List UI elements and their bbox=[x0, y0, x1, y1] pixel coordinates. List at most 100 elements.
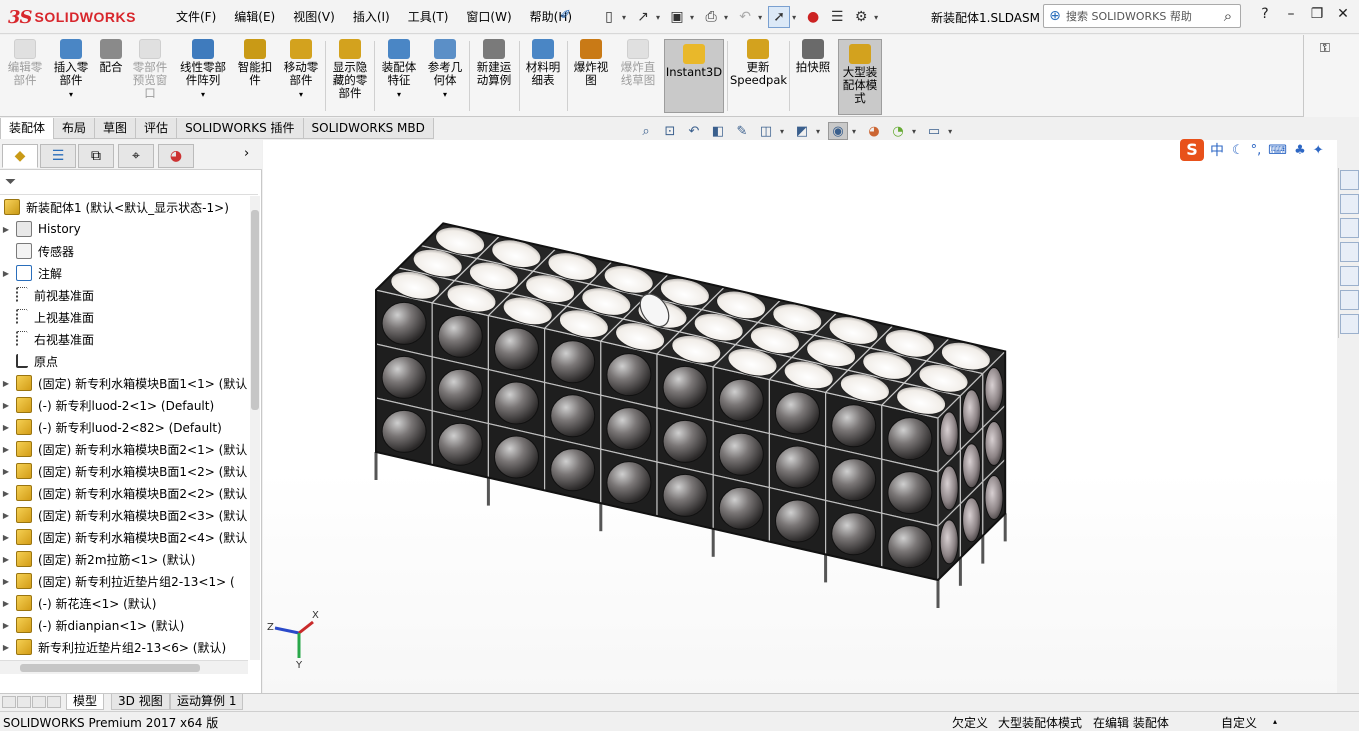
next-tab-nav-icon[interactable] bbox=[32, 696, 46, 708]
tab-mbd[interactable]: SOLIDWORKS MBD bbox=[302, 118, 434, 139]
expand-arrow-icon[interactable]: ▶ bbox=[0, 533, 12, 542]
show-hidden-button[interactable]: 显示隐 藏的零 部件 bbox=[328, 39, 372, 100]
bill-of-materials-button[interactable]: 材料明 细表 bbox=[522, 39, 564, 87]
command-dropdown-icon[interactable]: ▾ bbox=[280, 88, 322, 101]
dynamic-annotation-icon[interactable]: ✎ bbox=[732, 122, 752, 140]
tree-item[interactable]: ▶ (固定) 新专利水箱模块B面1<1> (默认 bbox=[0, 372, 248, 394]
configuration-manager-tab-icon[interactable]: ⧉ bbox=[78, 144, 114, 168]
forum-icon[interactable] bbox=[1340, 314, 1359, 334]
help-search-box[interactable]: ⊕ 搜索 SOLIDWORKS 帮助 ⌕ bbox=[1043, 4, 1241, 28]
instant3d-button[interactable]: Instant3D bbox=[664, 39, 724, 113]
tree-item[interactable]: 右视基准面 bbox=[0, 328, 248, 350]
command-dropdown-icon[interactable]: ▾ bbox=[176, 88, 230, 101]
tab-layout[interactable]: 布局 bbox=[53, 118, 96, 139]
tree-filter[interactable]: ⏷ bbox=[0, 171, 258, 195]
print-dropdown-icon[interactable]: ▾ bbox=[724, 13, 728, 22]
undo-icon[interactable]: ↶ bbox=[734, 6, 756, 28]
menu-tools[interactable]: 工具(T) bbox=[408, 8, 449, 25]
expand-arrow-icon[interactable]: ▶ bbox=[0, 555, 12, 564]
tree-scroll-thumb[interactable] bbox=[251, 210, 259, 410]
minimize-icon[interactable]: – bbox=[1278, 6, 1304, 22]
tree-item[interactable]: ▶ (固定) 新专利水箱模块B面2<3> (默认 bbox=[0, 504, 248, 526]
view-orientation-dropdown-icon[interactable]: ▾ bbox=[780, 127, 784, 136]
tab-motion-study[interactable]: 运动算例 1 bbox=[170, 694, 244, 710]
key-icon[interactable]: ⚿ bbox=[1320, 41, 1330, 56]
menu-window[interactable]: 窗口(W) bbox=[466, 8, 511, 25]
tab-assembly[interactable]: 装配体 bbox=[0, 118, 55, 139]
expand-arrow-icon[interactable]: ▶ bbox=[0, 511, 12, 520]
tree-item[interactable]: ▶ History bbox=[0, 218, 248, 240]
expand-arrow-icon[interactable]: ▶ bbox=[0, 621, 12, 630]
tree-item[interactable]: ▶ (固定) 新专利水箱模块B面2<1> (默认 bbox=[0, 438, 248, 460]
filter-funnel-icon[interactable]: ⏷ bbox=[5, 174, 16, 190]
pin-menu-icon[interactable]: ✐ bbox=[560, 8, 571, 23]
tree-item[interactable]: ▶ (-) 新dianpian<1> (默认) bbox=[0, 614, 248, 636]
tree-hscroll-thumb[interactable] bbox=[20, 664, 200, 672]
expand-arrow-icon[interactable]: ▶ bbox=[0, 467, 12, 476]
appearances-icon[interactable] bbox=[1340, 266, 1359, 286]
display-style-icon[interactable]: ◩ bbox=[792, 122, 812, 140]
tree-item[interactable]: ▶ (-) 新专利luod-2<82> (Default) bbox=[0, 416, 248, 438]
tree-item[interactable]: ▶ (固定) 新专利水箱模块B面2<4> (默认 bbox=[0, 526, 248, 548]
assembly-features-button[interactable]: 装配体 特征 ▾ bbox=[378, 39, 420, 101]
mate-button[interactable]: 配合 bbox=[96, 39, 126, 74]
section-view-icon[interactable]: ◧ bbox=[708, 122, 728, 140]
expand-arrow-icon[interactable]: ▶ bbox=[0, 401, 12, 410]
view-settings-dropdown-icon[interactable]: ▾ bbox=[948, 127, 952, 136]
ime-mode[interactable]: 中 bbox=[1210, 140, 1224, 160]
exploded-view-button[interactable]: 爆炸视图 bbox=[570, 39, 612, 87]
select-dropdown-icon[interactable]: ▾ bbox=[792, 13, 796, 22]
tools-icon[interactable]: ✦ bbox=[1313, 143, 1324, 158]
tree-item[interactable]: 原点 bbox=[0, 350, 248, 372]
tree-item[interactable]: ▶ (固定) 新专利拉近垫片组2-13<1> ( bbox=[0, 570, 248, 592]
expand-arrow-icon[interactable]: ▶ bbox=[0, 643, 12, 652]
save-dropdown-icon[interactable]: ▾ bbox=[690, 13, 694, 22]
view-orientation-icon[interactable]: ◫ bbox=[756, 122, 776, 140]
solidworks-logo[interactable]: 3S SOLIDWORKS bbox=[8, 6, 136, 28]
units-dropdown-icon[interactable]: ▴ bbox=[1273, 717, 1277, 726]
custom-properties-icon[interactable] bbox=[1340, 290, 1359, 310]
punctuation-icon[interactable]: °, bbox=[1251, 143, 1262, 158]
expand-arrow-icon[interactable]: ▶ bbox=[0, 445, 12, 454]
view-palette-icon[interactable] bbox=[1340, 242, 1359, 262]
search-icon[interactable]: ⌕ bbox=[1216, 7, 1240, 25]
restore-icon[interactable]: ❐ bbox=[1304, 6, 1330, 22]
print-icon[interactable]: ⎙ bbox=[700, 6, 722, 28]
tree-item[interactable]: ▶ (-) 新花连<1> (默认) bbox=[0, 592, 248, 614]
move-component-button[interactable]: 移动零 部件 ▾ bbox=[280, 39, 322, 101]
zoom-area-icon[interactable]: ⊡ bbox=[660, 122, 680, 140]
tab-model[interactable]: 模型 bbox=[66, 694, 105, 710]
update-speedpak-button[interactable]: 更新 Speedpak bbox=[730, 39, 787, 87]
menu-edit[interactable]: 编辑(E) bbox=[234, 8, 275, 25]
expand-panel-chevron-icon[interactable]: › bbox=[244, 146, 249, 161]
hide-show-dropdown-icon[interactable]: ▾ bbox=[852, 127, 856, 136]
new-dropdown-icon[interactable]: ▾ bbox=[622, 13, 626, 22]
hide-show-items-icon[interactable]: ◉ bbox=[828, 122, 849, 140]
tree-item[interactable]: 传感器 bbox=[0, 240, 248, 262]
tree-horizontal-scrollbar[interactable] bbox=[0, 660, 248, 674]
status-units[interactable]: 自定义 bbox=[1221, 714, 1257, 731]
feature-tree-tab-icon[interactable]: ◆ bbox=[2, 144, 38, 168]
save-icon[interactable]: ▣ bbox=[666, 6, 688, 28]
explode-line-sketch-button[interactable]: 爆炸直 线草图 bbox=[616, 39, 660, 87]
smart-fasteners-button[interactable]: 智能扣件 bbox=[234, 39, 276, 87]
tree-item[interactable]: ▶ (固定) 新专利水箱模块B面2<2> (默认 bbox=[0, 482, 248, 504]
expand-arrow-icon[interactable]: ▶ bbox=[0, 423, 12, 432]
scene-dropdown-icon[interactable]: ▾ bbox=[912, 127, 916, 136]
apply-scene-icon[interactable]: ◔ bbox=[888, 122, 908, 140]
water-tank-model[interactable]: Z X Y bbox=[263, 140, 1337, 693]
tree-vertical-scrollbar[interactable] bbox=[250, 196, 260, 660]
new-document-icon[interactable]: ▯ bbox=[598, 6, 620, 28]
menu-view[interactable]: 视图(V) bbox=[293, 8, 335, 25]
tree-item[interactable]: 前视基准面 bbox=[0, 284, 248, 306]
edit-appearance-icon[interactable]: ◕ bbox=[864, 122, 884, 140]
expand-arrow-icon[interactable]: ▶ bbox=[0, 489, 12, 498]
command-dropdown-icon[interactable]: ▾ bbox=[50, 88, 92, 101]
take-snapshot-button[interactable]: 拍快照 bbox=[792, 39, 834, 74]
new-motion-study-button[interactable]: 新建运 动算例 bbox=[472, 39, 516, 87]
options-dropdown-icon[interactable]: ▾ bbox=[874, 13, 878, 22]
tree-root[interactable]: 新装配体1 (默认<默认_显示状态-1>) bbox=[0, 196, 248, 218]
search-input[interactable]: 搜索 SOLIDWORKS 帮助 bbox=[1066, 8, 1216, 24]
view-settings-icon[interactable]: ▭ bbox=[924, 122, 944, 140]
expand-arrow-icon[interactable]: ▶ bbox=[0, 599, 12, 608]
